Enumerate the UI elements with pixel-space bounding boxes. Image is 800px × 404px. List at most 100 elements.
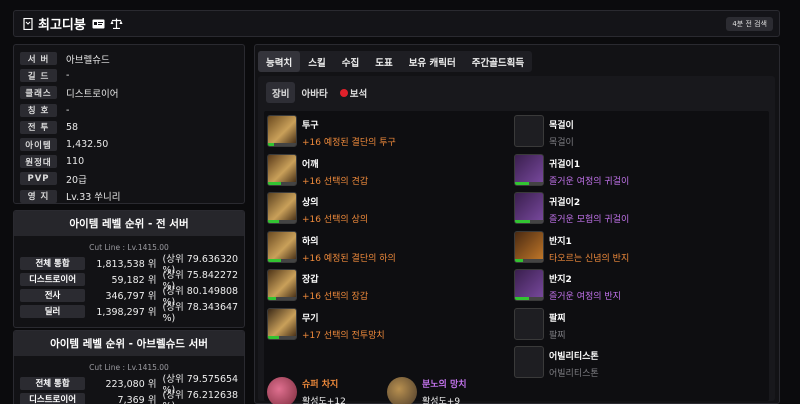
accessory-slot[interactable]: 어빌리티스톤 어빌리티스톤	[514, 346, 599, 382]
stats-content: 장비 아바타 보석 투구 +16 예정된 결단의 투구어깨 +16 선택의 견갑상의…	[258, 76, 775, 404]
tab-characters[interactable]: 보유 캐릭터	[401, 51, 464, 72]
accessory-slot-name: 귀걸이1	[549, 159, 581, 170]
accessory-slot[interactable]: 반지1 타오르는 신념의 반지	[514, 230, 630, 267]
bookmark-icon[interactable]	[22, 17, 33, 30]
accessory-item-name: 즐거운 여정의 반지	[549, 292, 621, 302]
rank-row: 딜러 1,398,297 위 (상위 78.343647 %)	[14, 302, 244, 324]
equipment-item-name: +17 선택의 전투망치	[302, 330, 385, 341]
rank-value: 223,080 위	[105, 379, 157, 390]
equipment-text: 상의 +16 선택의 상의	[302, 195, 368, 225]
profile-label: 서 버	[20, 52, 57, 66]
profile-row: 서 버 아브렐슈드	[20, 50, 238, 67]
equipment-list: 투구 +16 예정된 결단의 투구어깨 +16 선택의 견갑상의 +16 선택의 상의…	[264, 111, 769, 404]
quality-bar	[268, 258, 281, 262]
rank-percentile: (상위 76.212638 %)	[162, 389, 239, 404]
tab-chart[interactable]: 도표	[367, 51, 400, 72]
main-tabs: 능력치 스킬 수집 도표 보유 캐릭터 주간골드획득	[258, 51, 533, 72]
id-card-icon[interactable]	[92, 18, 105, 30]
scale-icon[interactable]	[110, 18, 123, 30]
profile-value: Lv.33 쑤니리	[66, 192, 121, 204]
accessory-item-name: 목걸이	[549, 138, 574, 148]
equipment-slot-name: 투구	[302, 121, 319, 131]
quality-bar	[515, 181, 529, 185]
rank-category-label: 디스트로이어	[20, 392, 86, 404]
tab-collection[interactable]: 수집	[334, 51, 367, 72]
quality-bar	[268, 181, 281, 185]
rank-panel-server: 아이템 레벨 순위 - 아브렐슈드 서버 Cut Line : Lv.1415.…	[13, 330, 245, 404]
equipment-slot[interactable]: 하의 +16 예정된 결단의 하의	[267, 230, 396, 267]
character-detail-panel: 능력치 스킬 수집 도표 보유 캐릭터 주간골드획득 장비 아바타 보석 투구 +…	[254, 44, 780, 404]
profile-row: 길 드-	[20, 67, 238, 84]
rank-value: 7,369 위	[117, 395, 157, 404]
accessory-slot[interactable]: 팔찌 팔찌	[514, 307, 566, 344]
equipment-text: 장갑 +16 선택의 장갑	[302, 272, 368, 302]
equipment-icon	[267, 115, 297, 147]
accessory-slot[interactable]: 귀걸이2 즐거운 모험의 귀걸이	[514, 192, 629, 228]
accessory-text: 팔찌 팔찌	[549, 311, 566, 341]
profile-label: 전 투	[20, 120, 57, 134]
tab-stats[interactable]: 능력치	[258, 51, 301, 72]
equipment-slot[interactable]: 장갑 +16 선택의 장갑	[267, 269, 368, 305]
subtab-gems[interactable]: 보석	[334, 82, 373, 103]
engraving-icon	[267, 377, 297, 404]
equipment-slot[interactable]: 투구 +16 예정된 결단의 투구	[267, 115, 396, 151]
rank-category-label: 딜러	[20, 304, 86, 318]
profile-label: 칭 호	[20, 103, 57, 117]
tab-skills[interactable]: 스킬	[300, 51, 333, 72]
equipment-slot-name: 장갑	[302, 275, 319, 285]
engraving-name: 분노의 망치	[422, 380, 467, 390]
engraving-activation: 활성도+9	[422, 397, 461, 404]
tab-weekly-gold[interactable]: 주간골드획득	[464, 51, 532, 72]
quality-bar	[515, 297, 529, 300]
rank-value: 1,398,297 위	[96, 307, 157, 318]
equipment-icon	[267, 230, 297, 263]
equipment-slot[interactable]: 상의 +16 선택의 상의	[267, 192, 368, 228]
engraving-text: 분노의 망치활성도+9	[422, 377, 467, 404]
accessory-slot-name: 팔찌	[549, 313, 566, 324]
rank-value: 1,813,538 위	[96, 259, 157, 270]
equipment-slot[interactable]: 무기 +17 선택의 전투망치	[267, 307, 385, 344]
accessory-item-name: 즐거운 여정의 귀걸이	[549, 176, 630, 187]
accessory-item-name: 팔찌	[549, 330, 566, 341]
accessory-slot[interactable]: 반지2 즐거운 여정의 반지	[514, 269, 621, 305]
profile-label: 원정대	[20, 155, 57, 169]
accessory-icon	[514, 307, 544, 340]
profile-value: -	[66, 70, 70, 82]
accessory-text: 목걸이 목걸이	[549, 118, 574, 148]
equipment-slot[interactable]: 어깨 +16 선택의 견갑	[267, 153, 368, 190]
engraving[interactable]: 슈퍼 차지 활성도+12	[267, 377, 346, 404]
profile-panel: 서 버 아브렐슈드 길 드 - 클래스 디스트로이어 칭 호-전 투 58 아이템 1,432.5…	[13, 44, 245, 204]
profile-label: 클래스	[20, 86, 57, 100]
accessory-slot-name: 반지2	[549, 275, 572, 285]
equipment-text: 어깨 +16 선택의 견갑	[302, 157, 368, 187]
accessory-icon	[514, 115, 544, 147]
subtab-avatar[interactable]: 아바타	[295, 82, 333, 103]
rank-panel-title: 아이템 레벨 순위 - 아브렐슈드 서버	[14, 331, 244, 356]
quality-bar	[268, 220, 280, 223]
engraving-activation: 활성도+12	[302, 397, 346, 404]
accessory-icon	[514, 153, 544, 186]
accessory-icon	[514, 192, 544, 224]
refresh-button[interactable]: 4분 전 검색	[726, 17, 773, 31]
equipment-item-name: +16 예정된 결단의 투구	[302, 138, 396, 148]
rank-category-label: 디스트로이어	[20, 272, 86, 286]
accessory-slot[interactable]: 귀걸이1 즐거운 여정의 귀걸이	[514, 153, 630, 190]
accessory-item-name: 타오르는 신념의 반지	[549, 253, 630, 264]
accessory-slot[interactable]: 목걸이 목걸이	[514, 115, 574, 151]
profile-value: 58	[66, 121, 79, 133]
profile-row: 칭 호-	[20, 102, 238, 119]
accessory-slot-name: 어빌리티스톤	[549, 352, 599, 362]
engraving[interactable]: 분노의 망치활성도+9	[387, 377, 467, 404]
equipment-item-name: +16 선택의 상의	[302, 215, 369, 225]
equipment-text: 투구 +16 예정된 결단의 투구	[302, 118, 396, 148]
profile-row: 영 지 Lv.33 쑤니리	[20, 188, 238, 205]
profile-label: 아이템	[20, 138, 57, 152]
subtab-equipment[interactable]: 장비	[266, 82, 296, 103]
profile-value: 20급	[66, 174, 87, 186]
profile-value: 아브렐슈드	[66, 54, 110, 66]
equipment-text: 무기 +17 선택의 전투망치	[302, 311, 385, 341]
engraving-text: 슈퍼 차지 활성도+12	[302, 377, 346, 404]
rank-row: 디스트로이어 7,369 위 (상위 76.212638 %)	[14, 390, 244, 404]
equipment-icon	[267, 307, 297, 340]
quality-bar	[515, 258, 524, 262]
